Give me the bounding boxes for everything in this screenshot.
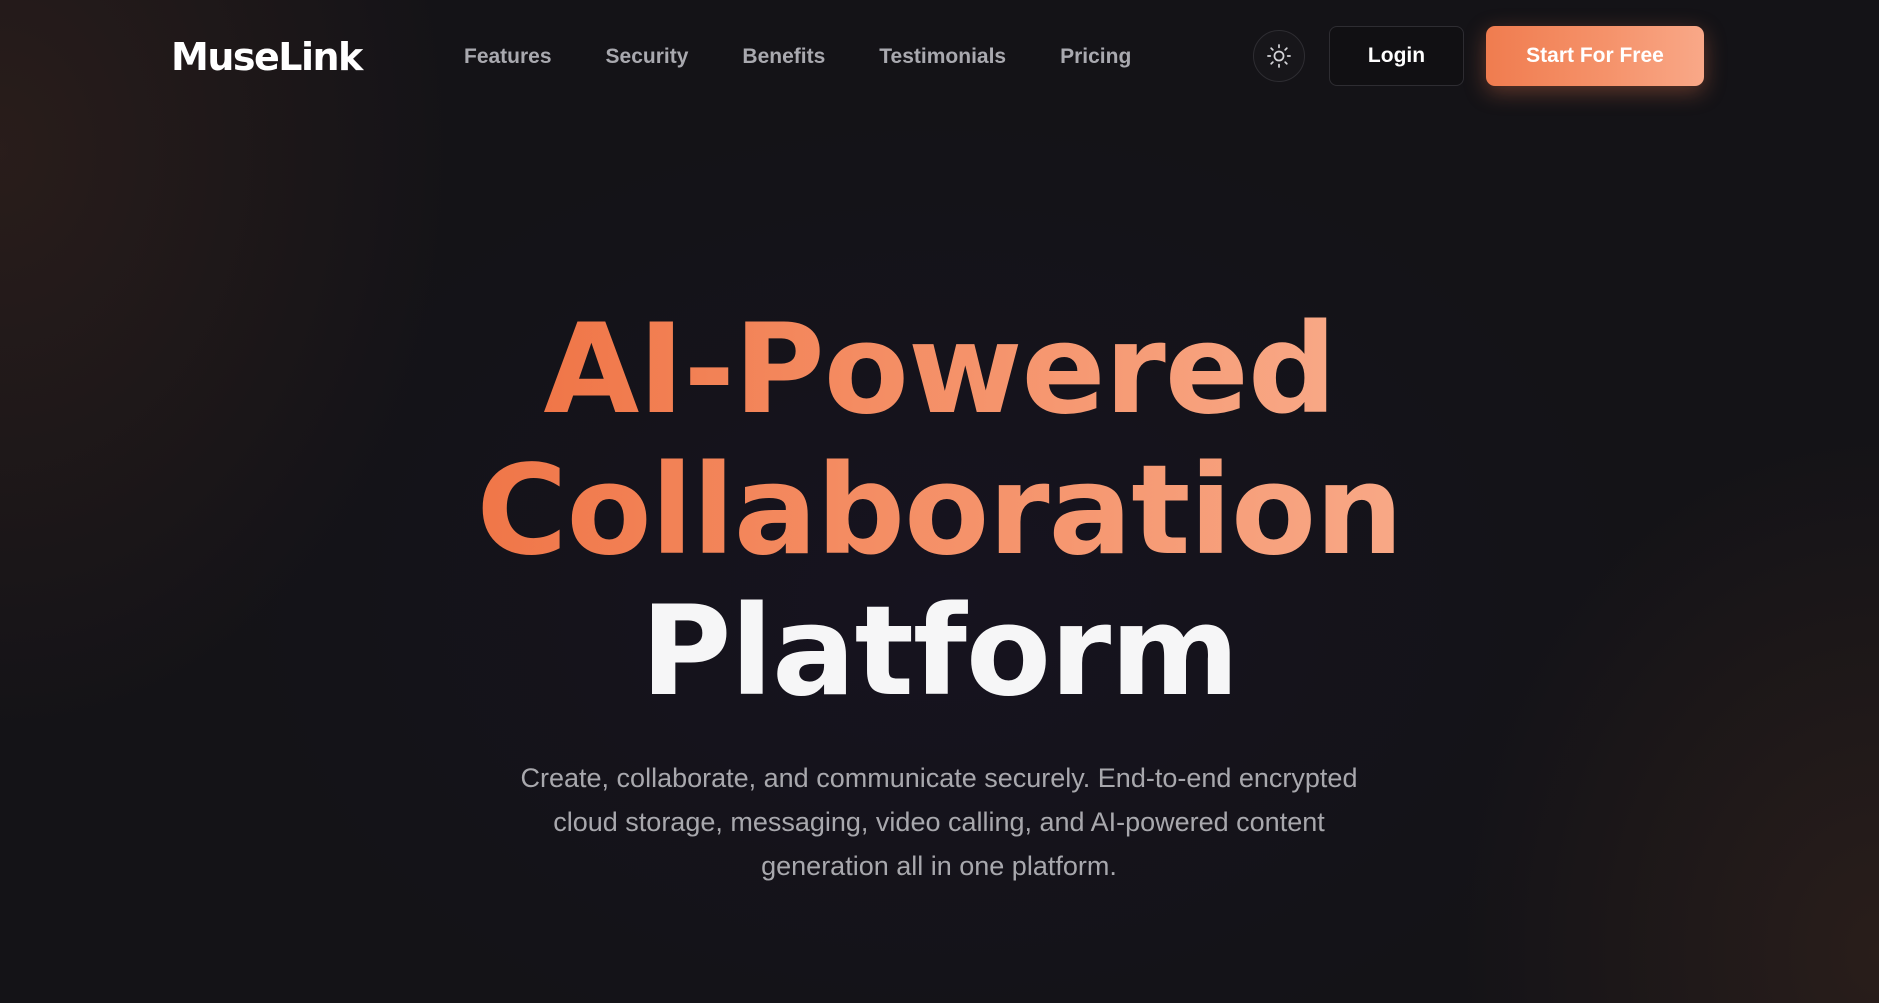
nav-link-features[interactable]: Features: [464, 42, 552, 72]
nav-link-benefits[interactable]: Benefits: [742, 42, 825, 72]
top-navigation: MuseLink Features Security Benefits Test…: [0, 0, 1879, 114]
start-for-free-button[interactable]: Start For Free: [1486, 26, 1704, 86]
hero-title-line-1: AI-Powered: [0, 300, 1879, 441]
nav-links: Features Security Benefits Testimonials …: [464, 42, 1131, 72]
hero-subtitle: Create, collaborate, and communicate sec…: [520, 763, 1358, 881]
nav-link-testimonials[interactable]: Testimonials: [879, 42, 1006, 72]
nav-link-pricing[interactable]: Pricing: [1060, 42, 1131, 72]
theme-toggle-button[interactable]: [1253, 30, 1305, 82]
brand-logo[interactable]: MuseLink: [171, 33, 363, 81]
hero-title-line-2: Collaboration: [0, 441, 1879, 582]
hero-title: AI-Powered Collaboration Platform: [0, 300, 1879, 723]
hero-title-accent-1: AI-Powered: [543, 298, 1336, 442]
hero-title-line-3: Platform: [640, 580, 1240, 724]
hero-title-accent-2: Collaboration: [476, 439, 1404, 583]
nav-link-security[interactable]: Security: [606, 42, 689, 72]
sun-icon: [1266, 43, 1292, 69]
login-button[interactable]: Login: [1329, 26, 1464, 86]
